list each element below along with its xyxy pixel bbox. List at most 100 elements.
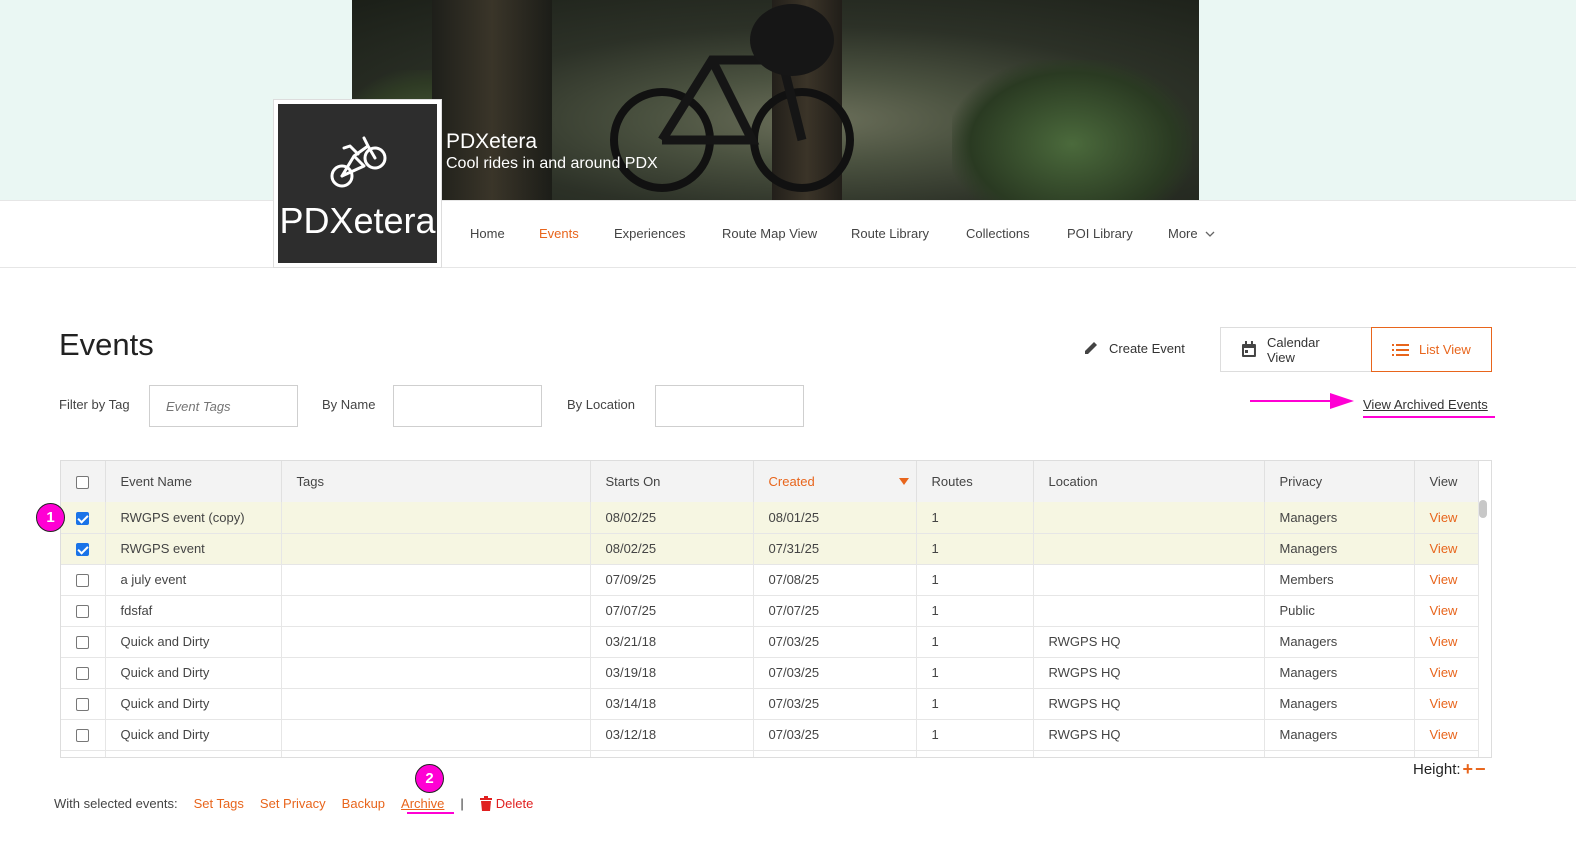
row-checkbox[interactable]	[76, 698, 90, 712]
table-row[interactable]: RWGPS event 08/02/25 07/31/25 1 Managers View	[61, 533, 1479, 565]
tag-filter-input[interactable]	[149, 385, 298, 427]
cell-view[interactable]: View	[1414, 626, 1479, 658]
annotation-arrow-icon	[1250, 393, 1354, 409]
col-location[interactable]: Location	[1033, 461, 1265, 502]
row-select-cell	[61, 502, 106, 534]
nav-poi-library[interactable]: POI Library	[1067, 226, 1133, 241]
cell-view[interactable]: View	[1414, 564, 1479, 596]
table-row[interactable]: RWGPS event (copy) 08/02/25 08/01/25 1 Manag…	[61, 502, 1479, 534]
location-filter-input[interactable]	[655, 385, 804, 427]
set-privacy-button[interactable]: Set Privacy	[260, 796, 326, 811]
row-checkbox[interactable]	[76, 667, 90, 681]
table-row[interactable]: a july event 07/09/25 07/08/25 1 Members View	[61, 564, 1479, 596]
cell-view[interactable]: View	[1414, 502, 1479, 534]
nav-route-map-view[interactable]: Route Map View	[722, 226, 817, 241]
select-all-checkbox[interactable]	[76, 476, 90, 490]
nav-more[interactable]: More	[1168, 226, 1215, 241]
cell-starts-on: 03/21/18	[590, 626, 754, 658]
bike-icon	[330, 136, 387, 188]
row-checkbox[interactable]	[76, 511, 90, 525]
cell-view[interactable]: View	[1414, 750, 1479, 757]
table-row[interactable]: Quick and Dirty 03/19/18 07/03/25 1 RWGPS HQ…	[61, 657, 1479, 689]
cell-privacy: Managers	[1264, 626, 1415, 658]
create-event-button[interactable]: Create Event	[1083, 340, 1185, 356]
cell-view[interactable]: View	[1414, 595, 1479, 627]
col-event-name[interactable]: Event Name	[105, 461, 282, 502]
nav-collections[interactable]: Collections	[966, 226, 1030, 241]
row-checkbox[interactable]	[76, 729, 90, 743]
cell-starts-on: 03/19/18	[590, 657, 754, 689]
name-filter-input[interactable]	[393, 385, 542, 427]
row-select-cell	[61, 533, 106, 565]
cell-routes: 1	[916, 595, 1034, 627]
table-row[interactable]: Quick and Dirty 03/21/18 07/03/25 1 RWGPS HQ…	[61, 626, 1479, 658]
cell-view[interactable]: View	[1414, 533, 1479, 565]
table-height-control: Height: + −	[1413, 760, 1486, 778]
bulk-actions-bar: With selected events: Set Tags Set Priva…	[54, 796, 533, 811]
cell-routes: 1	[916, 719, 1034, 751]
row-checkbox[interactable]	[76, 543, 90, 557]
cell-event-name: a july event	[105, 564, 282, 596]
table-row[interactable]: fdsfaf 07/07/25 07/07/25 1 Public View	[61, 595, 1479, 627]
cell-tags	[281, 626, 591, 658]
col-tags[interactable]: Tags	[281, 461, 591, 502]
col-routes[interactable]: Routes	[916, 461, 1034, 502]
cell-tags	[281, 657, 591, 689]
list-view-button[interactable]: List View	[1371, 327, 1492, 372]
calendar-view-button[interactable]: Calendar View	[1220, 327, 1371, 372]
pencil-icon	[1085, 342, 1097, 354]
row-checkbox[interactable]	[76, 636, 90, 650]
calendar-icon	[1241, 341, 1256, 357]
backup-button[interactable]: Backup	[342, 796, 385, 811]
height-increase-button[interactable]: +	[1463, 760, 1474, 778]
col-created[interactable]: Created	[753, 461, 917, 502]
cell-starts-on: 03/12/18	[590, 719, 754, 751]
nav-experiences[interactable]: Experiences	[614, 226, 686, 241]
cell-created: 08/01/25	[753, 502, 917, 534]
table-row[interactable]: Quick and Dirty 03/14/18 07/03/25 1 RWGPS HQ…	[61, 688, 1479, 720]
cell-routes: 1	[916, 657, 1034, 689]
cell-location: RWGPS HQ	[1033, 719, 1265, 751]
nav-events[interactable]: Events	[539, 226, 579, 241]
row-checkbox[interactable]	[76, 574, 90, 588]
trash-icon	[479, 796, 492, 811]
filter-tag-label: Filter by Tag	[59, 397, 130, 412]
cell-routes: 1	[916, 688, 1034, 720]
nav-home[interactable]: Home	[470, 226, 505, 241]
delete-button[interactable]: Delete	[479, 796, 533, 811]
cell-view[interactable]: View	[1414, 688, 1479, 720]
col-created-label: Created	[768, 474, 815, 489]
cell-view[interactable]: View	[1414, 719, 1479, 751]
row-checkbox[interactable]	[76, 605, 90, 619]
club-logo[interactable]: PDXetera	[273, 99, 442, 268]
org-tagline: Cool rides in and around PDX	[446, 155, 658, 172]
cell-view[interactable]: View	[1414, 657, 1479, 689]
annotation-badge-2: 2	[415, 764, 444, 793]
table-row[interactable]: Quick and Dirty 03/07/1807/03/251RWGPS HQ…	[61, 750, 1479, 757]
row-select-cell	[61, 595, 106, 627]
col-view: View	[1414, 461, 1479, 502]
cell-routes: 1	[916, 564, 1034, 596]
col-starts-on[interactable]: Starts On	[590, 461, 754, 502]
cell-privacy: Managers	[1264, 719, 1415, 751]
cell-routes: 1	[916, 626, 1034, 658]
bulk-actions-label: With selected events:	[54, 796, 178, 811]
cell-starts-on: 03/14/18	[590, 688, 754, 720]
cell-starts-on: 07/09/25	[590, 564, 754, 596]
archive-button[interactable]: Archive	[401, 796, 444, 811]
cell-starts-on: 08/02/25	[590, 502, 754, 534]
height-decrease-button[interactable]: −	[1475, 760, 1486, 778]
col-privacy[interactable]: Privacy	[1264, 461, 1415, 502]
list-icon	[1392, 343, 1409, 356]
cell-created: 07/03/25	[753, 719, 917, 751]
cell-privacy: Managers	[1264, 533, 1415, 565]
view-archived-events-link[interactable]: View Archived Events	[1363, 397, 1488, 412]
table-row[interactable]: Quick and Dirty 03/12/18 07/03/25 1 RWGPS HQ…	[61, 719, 1479, 751]
cell-tags	[281, 750, 591, 757]
cell-tags	[281, 502, 591, 534]
nav-route-library[interactable]: Route Library	[851, 226, 929, 241]
set-tags-button[interactable]: Set Tags	[194, 796, 244, 811]
table-scrollbar[interactable]	[1479, 500, 1487, 518]
annotation-underline-archive	[407, 812, 454, 814]
page-title: Events	[59, 327, 154, 362]
